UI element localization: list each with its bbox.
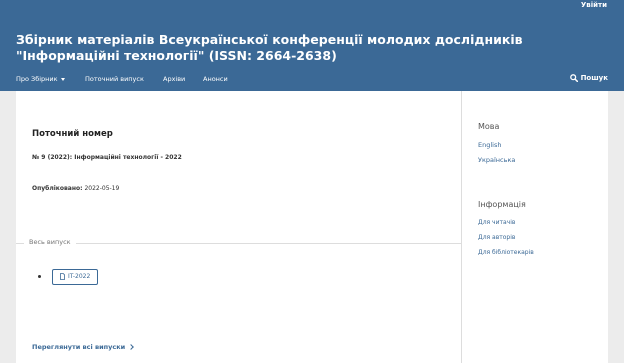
nav-about[interactable]: Про Збірник [16,75,65,83]
full-issue-heading: Весь випуск [24,238,76,246]
nav-current-issue[interactable]: Поточний випуск [85,75,144,83]
info-librarians-link[interactable]: Для бібліотекарів [478,249,534,256]
galley-label: IT-2022 [68,273,91,280]
language-english-link[interactable]: English [478,141,501,149]
language-ukrainian-link[interactable]: Українська [478,156,515,164]
nav-about-label: Про Збірник [16,75,58,83]
search-label: Пошук [580,74,608,82]
primary-nav: Про Збірник Поточний випуск Архіви Анонс… [0,70,624,91]
section-divider [16,243,462,244]
main-column: Поточний номер № 9 (2022): Інформаційні … [16,91,462,363]
list-bullet [38,275,41,278]
login-link[interactable]: Увійти [581,1,607,9]
published-label: Опубліковано: [32,185,83,192]
info-authors-link[interactable]: Для авторів [478,234,515,241]
site-header: Увійти Збірник матеріалів Всеукраїнської… [0,0,624,91]
sidebar: Мова English Українська Інформація Для ч… [462,91,608,363]
published-value: 2022-05-19 [84,185,120,192]
search-icon [569,74,578,83]
site-title[interactable]: Збірник матеріалів Всеукраїнської конфер… [16,32,606,64]
nav-announcements[interactable]: Анонси [203,75,228,83]
language-heading: Мова [478,122,500,131]
view-all-label: Переглянути всі випуски [32,343,126,351]
search-button[interactable]: Пошук [569,74,608,83]
page-content: Поточний номер № 9 (2022): Інформаційні … [16,91,608,363]
galley-link-button[interactable]: IT-2022 [52,269,99,285]
chevron-right-icon [128,344,135,350]
issue-identification: № 9 (2022): Інформаційні технології - 20… [32,154,182,161]
page-title: Поточний номер [32,129,113,139]
info-heading: Інформація [478,200,526,209]
chevron-down-icon [60,77,65,81]
nav-archives[interactable]: Архіви [163,75,185,83]
info-readers-link[interactable]: Для читачів [478,219,515,226]
view-all-issues-link[interactable]: Переглянути всі випуски [32,343,135,351]
file-icon [60,273,65,280]
published-date: Опубліковано: 2022-05-19 [32,185,119,192]
